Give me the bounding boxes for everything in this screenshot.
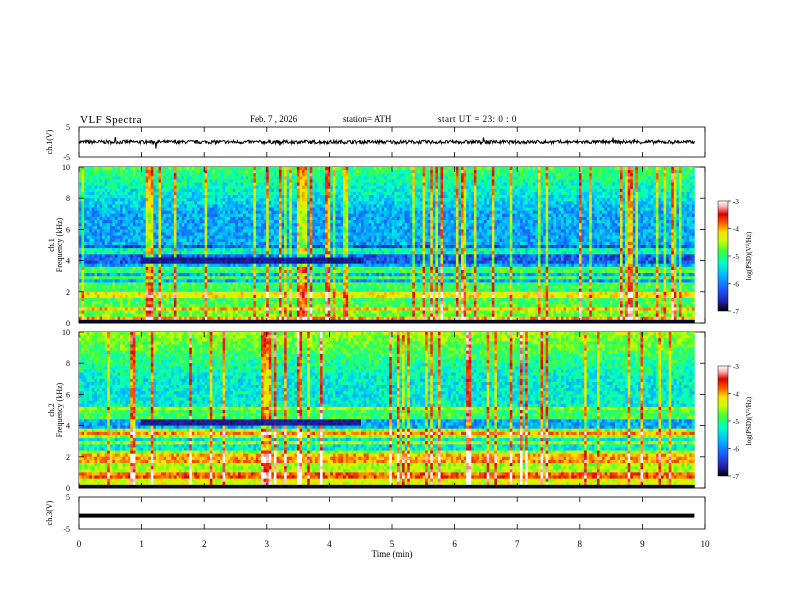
colorbar-tick-label: -3 <box>733 363 739 371</box>
spec1-ytick-label: 10 <box>62 163 70 172</box>
ch1-ytick-top: 5 <box>66 123 70 132</box>
colorbar-tick-label: -4 <box>733 391 739 399</box>
ch1-spectrogram-ylabel: Frequency (kHz) <box>55 217 64 272</box>
ch1-waveform-line <box>78 137 695 149</box>
x-axis-tick-labels: 0 1 2 3 4 5 6 7 8 9 10 <box>77 539 710 549</box>
x-tick-label: 5 <box>390 539 395 549</box>
x-tick-label: 4 <box>327 539 332 549</box>
spec2-ytick-label: 4 <box>66 422 70 431</box>
spec1-ytick-label: 8 <box>66 194 70 203</box>
ch2-colorbar-tick-labels: -3 -4 -5 -6 -7 <box>728 363 739 481</box>
x-tick-label: 7 <box>515 539 520 549</box>
spec2-ytick-label: 8 <box>66 359 70 368</box>
ch3-waveform-panel: 5 -5 ch.3(V) 0 1 2 3 4 5 6 7 8 9 10 Time (min) <box>45 493 710 559</box>
colorbar-tick-label: -7 <box>733 308 739 316</box>
x-tick-label: 1 <box>139 539 144 549</box>
x-tick-label: 10 <box>701 539 711 549</box>
spec2-ytick-label: 6 <box>66 390 70 399</box>
spec1-ytick-label: 6 <box>66 225 70 234</box>
spec2-ytick-label: 10 <box>62 328 70 337</box>
spec1-ytick-label: 2 <box>66 288 70 297</box>
ch2-colorbar: -3 -4 -5 -6 -7 log(PSD)(V²/Hz) <box>717 363 753 481</box>
ch1-waveform-ylabel: ch.1(V) <box>45 129 54 154</box>
spec1-ytick-label: 0 <box>66 319 70 328</box>
spec1-ytick-label: 4 <box>66 257 70 266</box>
ch1-colorbar-tick-labels: -3 -4 -5 -6 -7 <box>728 198 739 316</box>
x-tick-label: 0 <box>77 539 82 549</box>
colorbar-tick-label: -5 <box>733 418 739 426</box>
colorbar-tick-label: -4 <box>733 226 739 234</box>
x-axis-label: Time (min) <box>372 549 413 559</box>
x-tick-label: 6 <box>452 539 457 549</box>
x-tick-label: 3 <box>265 539 270 549</box>
ch2-spectrogram-image <box>79 332 695 489</box>
ch2-spectrogram-panel: 0246810 ch.2 Frequency (kHz) <box>47 328 706 493</box>
ch2-colorbar-ramp <box>717 365 729 477</box>
ch1-spectrogram-image <box>79 167 695 324</box>
colorbar-tick-label: -3 <box>733 198 739 206</box>
colorbar-tick-label: -6 <box>733 281 739 289</box>
x-tick-label: 2 <box>202 539 207 549</box>
ch3-ytick-top: 5 <box>66 493 70 502</box>
vlf-figure: 5 -5 ch.1(V) 0246810 ch.1 Frequency (kHz… <box>45 123 753 559</box>
ch1-colorbar-label: log(PSD)(V²/Hz) <box>745 231 753 280</box>
ch3-waveform-ylabel: ch.3(V) <box>45 500 54 525</box>
colorbar-tick-label: -6 <box>733 446 739 454</box>
ch1-waveform-panel: 5 -5 ch.1(V) <box>45 123 706 162</box>
colorbar-tick-label: -7 <box>733 473 739 481</box>
x-tick-label: 9 <box>640 539 645 549</box>
spec2-ytick-label: 2 <box>66 453 70 462</box>
ch2-spectrogram-ylabel: Frequency (kHz) <box>55 382 64 437</box>
x-tick-label: 8 <box>578 539 583 549</box>
colorbar-tick-label: -5 <box>733 253 739 261</box>
spec2-ytick-label: 0 <box>66 484 70 493</box>
ch1-colorbar-ramp <box>717 200 729 312</box>
ch3-waveform-ticks <box>78 497 706 529</box>
ch3-ytick-bottom: -5 <box>63 525 70 534</box>
ch1-ytick-bottom: -5 <box>63 153 70 162</box>
ch1-colorbar: -3 -4 -5 -6 -7 log(PSD)(V²/Hz) <box>717 198 753 316</box>
ch1-spectrogram-panel: 0246810 ch.1 Frequency (kHz) <box>47 163 706 328</box>
ch2-colorbar-label: log(PSD)(V²/Hz) <box>745 396 753 445</box>
